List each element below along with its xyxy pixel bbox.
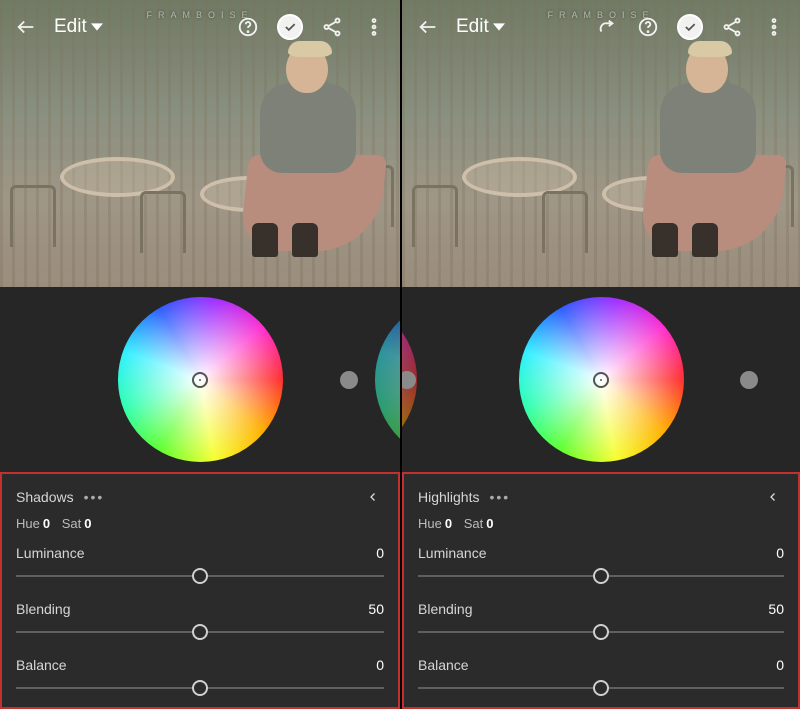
hue-sat-readout: Hue0 Sat0 — [418, 516, 784, 531]
slider-value: 50 — [768, 601, 784, 617]
edit-label-text: Edit — [456, 16, 489, 38]
top-bar: Edit — [0, 0, 400, 54]
blending-slider[interactable]: Blending 50 — [418, 601, 784, 643]
color-wheel[interactable] — [519, 297, 684, 462]
phone-left: FRAMBOISE Edit — [0, 0, 400, 709]
saturation-knob[interactable] — [740, 371, 758, 389]
subject-person — [212, 37, 372, 257]
balance-slider[interactable]: Balance 0 — [418, 657, 784, 699]
edit-menu[interactable]: Edit — [54, 16, 103, 38]
panel-title: Highlights — [418, 489, 479, 505]
photo-preview[interactable]: FRAMBOISE Edit — [0, 0, 400, 287]
slider-value: 0 — [776, 657, 784, 673]
adjacent-wheel-peek — [375, 297, 400, 462]
color-wheel-picker[interactable] — [192, 372, 208, 388]
edit-label-text: Edit — [54, 16, 87, 38]
slider-label: Luminance — [16, 545, 85, 561]
photo-preview[interactable]: FRAMBOISE Edit — [402, 0, 800, 287]
slider-label: Blending — [418, 601, 473, 617]
panel-options[interactable]: ••• — [84, 489, 105, 505]
slider-value: 50 — [368, 601, 384, 617]
saturation-knob[interactable] — [340, 371, 358, 389]
luminance-slider[interactable]: Luminance 0 — [418, 545, 784, 587]
subject-person — [612, 37, 772, 257]
confirm-button[interactable] — [676, 13, 704, 41]
slider-value: 0 — [376, 657, 384, 673]
top-bar: Edit — [402, 0, 800, 54]
back-button[interactable] — [414, 13, 442, 41]
collapse-panel[interactable] — [762, 486, 784, 508]
color-grading-panel: Highlights ••• Hue0 Sat0 Luminance 0 Blen… — [402, 472, 800, 709]
slider-thumb[interactable] — [593, 568, 609, 584]
confirm-button[interactable] — [276, 13, 304, 41]
balance-slider[interactable]: Balance 0 — [16, 657, 384, 699]
color-grading-panel: Shadows ••• Hue0 Sat0 Luminance 0 Blendin… — [0, 472, 400, 709]
back-button[interactable] — [12, 13, 40, 41]
color-wheel[interactable] — [118, 297, 283, 462]
slider-label: Balance — [418, 657, 469, 673]
slider-label: Luminance — [418, 545, 487, 561]
color-wheel-picker[interactable] — [593, 372, 609, 388]
slider-thumb[interactable] — [593, 624, 609, 640]
slider-thumb[interactable] — [192, 680, 208, 696]
slider-thumb[interactable] — [192, 624, 208, 640]
slider-thumb[interactable] — [593, 680, 609, 696]
slider-label: Balance — [16, 657, 67, 673]
panel-options[interactable]: ••• — [489, 489, 510, 505]
luminance-slider[interactable]: Luminance 0 — [16, 545, 384, 587]
slider-value: 0 — [376, 545, 384, 561]
overflow-button[interactable] — [760, 13, 788, 41]
redo-button[interactable] — [592, 13, 620, 41]
edit-menu[interactable]: Edit — [456, 16, 505, 38]
help-button[interactable] — [634, 13, 662, 41]
color-wheel-area — [402, 287, 800, 472]
slider-value: 0 — [776, 545, 784, 561]
share-button[interactable] — [318, 13, 346, 41]
phone-right: FRAMBOISE Edit — [400, 0, 800, 709]
panel-title: Shadows — [16, 489, 74, 505]
slider-label: Blending — [16, 601, 71, 617]
color-wheel-area — [0, 287, 400, 472]
blending-slider[interactable]: Blending 50 — [16, 601, 384, 643]
slider-thumb[interactable] — [192, 568, 208, 584]
help-button[interactable] — [234, 13, 262, 41]
overflow-button[interactable] — [360, 13, 388, 41]
collapse-panel[interactable] — [362, 486, 384, 508]
hue-sat-readout: Hue0 Sat0 — [16, 516, 384, 531]
share-button[interactable] — [718, 13, 746, 41]
